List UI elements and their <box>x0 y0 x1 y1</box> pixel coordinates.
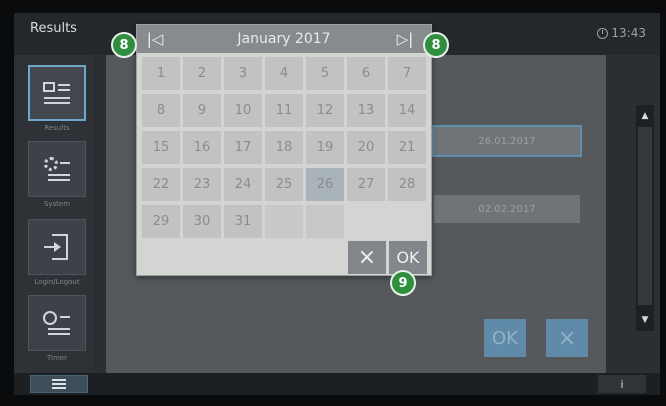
calendar-day[interactable]: 10 <box>224 94 262 127</box>
calendar-day[interactable]: 3 <box>224 57 262 90</box>
date-from-field[interactable]: 26.01.2017 <box>432 125 582 157</box>
calendar-day[interactable]: 31 <box>224 205 262 238</box>
calendar-day[interactable]: 20 <box>347 131 385 164</box>
date-to-field[interactable]: 02.02.2017 <box>434 195 580 223</box>
calendar-day[interactable]: 23 <box>183 168 221 201</box>
sidebar-item-system[interactable] <box>28 141 86 197</box>
clock-icon <box>597 27 609 39</box>
calendar-day[interactable]: 30 <box>183 205 221 238</box>
calendar-day[interactable]: 2 <box>183 57 221 90</box>
cancel-button[interactable]: × <box>546 319 588 357</box>
calendar-day[interactable]: 26 <box>306 168 344 201</box>
sidebar-item-timer[interactable] <box>28 295 86 351</box>
calendar-day[interactable]: 27 <box>347 168 385 201</box>
calendar-day[interactable]: 25 <box>265 168 303 201</box>
calendar-day[interactable]: 24 <box>224 168 262 201</box>
device-screen: Results 13:43 Results System Login/Logou… <box>14 13 660 395</box>
calendar-day[interactable]: 5 <box>306 57 344 90</box>
calendar-day[interactable]: 18 <box>265 131 303 164</box>
sidebar-item-results[interactable] <box>28 65 86 121</box>
sidebar-item-login-logout[interactable] <box>28 219 86 275</box>
system-icon <box>42 154 72 184</box>
scrollbar-thumb[interactable] <box>638 127 652 305</box>
calendar-day[interactable]: 11 <box>265 94 303 127</box>
next-month-icon[interactable]: ▷| <box>395 29 415 49</box>
calendar-empty-cell <box>265 205 303 238</box>
calendar-month-title: January 2017 <box>237 31 331 47</box>
calendar-day[interactable]: 7 <box>388 57 426 90</box>
bottom-bar: i <box>14 373 660 395</box>
timer-icon <box>42 308 72 338</box>
calendar-day[interactable]: 12 <box>306 94 344 127</box>
sidebar: Results System Login/Logout Timer <box>14 55 94 373</box>
page-title: Results <box>30 21 77 36</box>
clock-time: 13:43 <box>611 26 646 40</box>
results-icon <box>42 78 72 108</box>
calendar-day[interactable]: 22 <box>142 168 180 201</box>
calendar-day[interactable]: 8 <box>142 94 180 127</box>
calendar-day[interactable]: 13 <box>347 94 385 127</box>
calendar-day[interactable]: 29 <box>142 205 180 238</box>
calendar-popup: |◁ January 2017 ▷| 1 2 3 4 5 6 7 8 9 10 11 12 13 14 15… <box>136 24 432 276</box>
callout-badge-ok: 9 <box>390 270 416 296</box>
calendar-day[interactable]: 16 <box>183 131 221 164</box>
calendar-day[interactable]: 19 <box>306 131 344 164</box>
calendar-ok-button[interactable]: OK <box>389 241 427 274</box>
calendar-day[interactable]: 28 <box>388 168 426 201</box>
calendar-empty-cell <box>306 205 344 238</box>
callout-badge-prev: 8 <box>111 32 137 58</box>
login-logout-icon <box>42 232 72 262</box>
calendar-day[interactable]: 21 <box>388 131 426 164</box>
menu-icon <box>52 379 66 389</box>
calendar-cancel-button[interactable]: × <box>348 241 386 274</box>
calendar-day[interactable]: 14 <box>388 94 426 127</box>
info-button[interactable]: i <box>598 375 646 393</box>
calendar-day[interactable]: 9 <box>183 94 221 127</box>
scroll-down-icon[interactable]: ▼ <box>636 311 654 329</box>
calendar-header: |◁ January 2017 ▷| <box>137 25 431 53</box>
calendar-day[interactable]: 6 <box>347 57 385 90</box>
calendar-day[interactable]: 15 <box>142 131 180 164</box>
clock: 13:43 <box>597 26 646 40</box>
sidebar-label-login-logout: Login/Logout <box>34 278 80 286</box>
menu-button[interactable] <box>30 375 88 393</box>
scrollbar[interactable]: ▲ ▼ <box>636 105 654 331</box>
calendar-day[interactable]: 4 <box>265 57 303 90</box>
calendar-day[interactable]: 1 <box>142 57 180 90</box>
sidebar-label-timer: Timer <box>46 354 67 362</box>
callout-badge-next: 8 <box>423 32 449 58</box>
sidebar-label-results: Results <box>44 124 70 132</box>
scroll-up-icon[interactable]: ▲ <box>636 107 654 125</box>
ok-button[interactable]: OK <box>484 319 526 357</box>
calendar-day[interactable]: 17 <box>224 131 262 164</box>
prev-month-icon[interactable]: |◁ <box>145 29 165 49</box>
sidebar-label-system: System <box>43 200 71 208</box>
